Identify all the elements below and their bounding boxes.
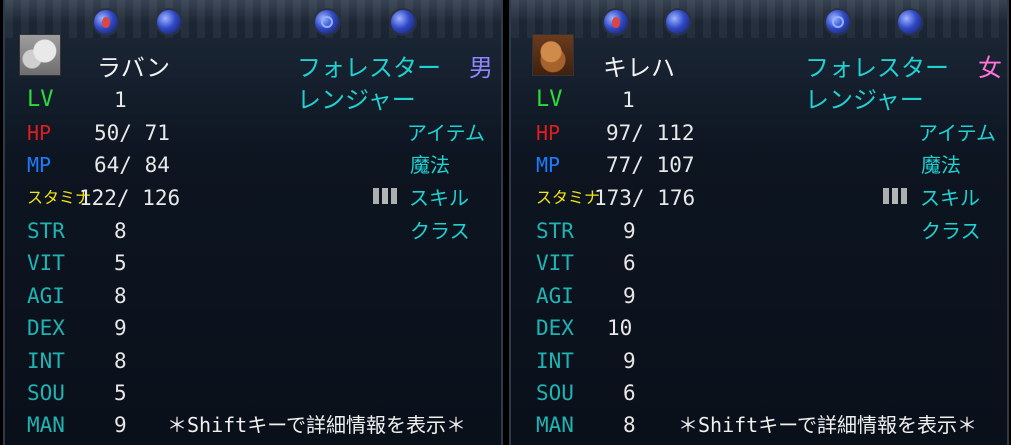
wolf-portrait-icon: [19, 34, 61, 76]
character-panel-laban: ラバン フォレスター 男 レンジャー LV 1 HP 50/ 71 MP 64/…: [3, 0, 503, 445]
skill-arrow-icon: [883, 188, 915, 204]
menu-item-skill[interactable]: スキル: [920, 186, 980, 210]
blue-orb-icon: [157, 10, 181, 34]
stat-label-str: STR: [536, 219, 574, 243]
stat-label-sou: SOU: [536, 381, 574, 405]
rune-orb-icon: [826, 10, 850, 34]
blue-orb-icon: [391, 10, 415, 34]
stat-label-int: INT: [27, 349, 65, 373]
menu-item-items[interactable]: アイテム: [918, 121, 996, 145]
character-panel-kireha: キレハ フォレスター 女 レンジャー LV 1 HP 97/ 112 MP 77…: [509, 0, 1009, 445]
stat-value-man: 8: [623, 413, 636, 437]
blue-orb-icon: [898, 10, 922, 34]
menu-item-magic[interactable]: 魔法: [921, 153, 961, 177]
stat-label-str: STR: [27, 219, 65, 243]
stamina-value: 173/ 176: [594, 186, 696, 210]
gender-symbol: 男: [469, 54, 493, 82]
mp-label: MP: [27, 153, 52, 177]
stat-value-vit: 5: [114, 251, 127, 275]
stat-value-agi: 9: [623, 284, 636, 308]
mp-value: 64/ 84: [94, 153, 170, 177]
mp-label: MP: [536, 153, 561, 177]
class-primary: フォレスター: [297, 54, 441, 82]
menu-item-skill[interactable]: スキル: [409, 186, 469, 210]
menu-item-class[interactable]: クラス: [410, 219, 470, 243]
stat-label-dex: DEX: [27, 316, 65, 340]
stat-label-vit: VIT: [536, 251, 574, 275]
hp-value: 97/ 112: [606, 121, 695, 145]
stat-label-sou: SOU: [27, 381, 65, 405]
lv-label: LV: [27, 87, 54, 112]
menu-item-magic[interactable]: 魔法: [410, 153, 450, 177]
class-secondary: レンジャー: [805, 86, 924, 114]
fox-portrait-icon: [532, 34, 574, 76]
menu-item-items[interactable]: アイテム: [407, 121, 485, 145]
stat-value-int: 9: [623, 349, 636, 373]
mp-value: 77/ 107: [606, 153, 695, 177]
stat-value-dex: 9: [114, 316, 127, 340]
red-gem-icon: [94, 10, 118, 34]
rune-orb-icon: [315, 10, 339, 34]
stat-value-str: 9: [623, 219, 636, 243]
lv-label: LV: [536, 87, 563, 112]
skill-arrow-icon: [373, 188, 405, 204]
class-primary: フォレスター: [805, 54, 949, 82]
lv-value: 1: [114, 88, 127, 112]
stat-label-man: MAN: [27, 413, 65, 437]
lv-value: 1: [622, 88, 635, 112]
stat-label-dex: DEX: [536, 316, 574, 340]
shift-detail-hint: ＊Shiftキーで詳細情報を表示＊: [167, 413, 467, 437]
stat-label-man: MAN: [536, 413, 574, 437]
stat-label-agi: AGI: [27, 284, 65, 308]
shift-detail-hint: ＊Shiftキーで詳細情報を表示＊: [678, 413, 978, 437]
character-name: ラバン: [97, 54, 170, 82]
stat-value-int: 8: [114, 349, 127, 373]
stamina-label: スタミナ: [536, 188, 601, 207]
stat-value-agi: 8: [114, 284, 127, 308]
hp-value: 50/ 71: [94, 121, 170, 145]
red-gem-icon: [604, 10, 628, 34]
stat-value-sou: 5: [114, 381, 127, 405]
stat-label-agi: AGI: [536, 284, 574, 308]
stat-label-int: INT: [536, 349, 574, 373]
stat-value-dex: 10: [607, 316, 633, 340]
stat-value-str: 8: [114, 219, 127, 243]
class-secondary: レンジャー: [297, 86, 416, 114]
stat-label-vit: VIT: [27, 251, 65, 275]
blue-orb-icon: [666, 10, 690, 34]
hp-label: HP: [536, 121, 561, 145]
panel-top-ornament: [5, 0, 501, 38]
menu-item-class[interactable]: クラス: [921, 219, 981, 243]
stat-value-vit: 6: [623, 251, 636, 275]
stat-value-sou: 6: [623, 381, 636, 405]
stamina-value: 122/ 126: [79, 186, 181, 210]
gender-symbol: 女: [978, 54, 1002, 82]
stat-value-man: 9: [114, 413, 127, 437]
character-name: キレハ: [603, 54, 675, 82]
hp-label: HP: [27, 121, 52, 145]
panel-top-ornament: [511, 0, 1007, 38]
party-status-screen: ラバン フォレスター 男 レンジャー LV 1 HP 50/ 71 MP 64/…: [0, 0, 1011, 445]
